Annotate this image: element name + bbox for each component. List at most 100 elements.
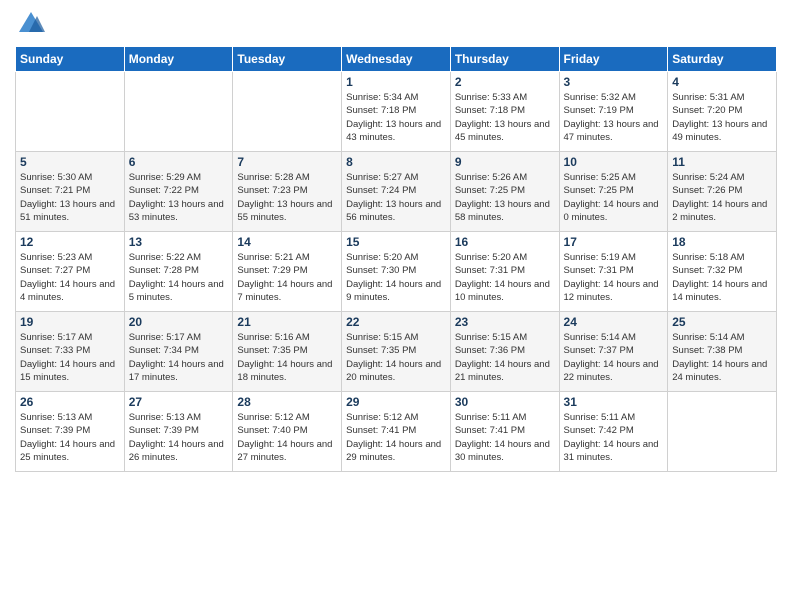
- day-number: 7: [237, 155, 337, 169]
- calendar-cell: 17 Sunrise: 5:19 AMSunset: 7:31 PMDayligh…: [559, 232, 668, 312]
- day-info: Sunrise: 5:19 AMSunset: 7:31 PMDaylight:…: [564, 251, 664, 304]
- calendar-cell: 1Sunrise: 5:34 AMSunset: 7:18 PMDaylight…: [342, 72, 451, 152]
- calendar-table: SundayMondayTuesdayWednesdayThursdayFrid…: [15, 46, 777, 472]
- day-number: 1: [346, 75, 446, 89]
- calendar-cell: 30 Sunrise: 5:11 AMSunset: 7:41 PMDayligh…: [450, 392, 559, 472]
- weekday-header-friday: Friday: [559, 47, 668, 72]
- day-number: 2: [455, 75, 555, 89]
- calendar-cell: 23Sunrise: 5:15 AMSunset: 7:36 PMDayligh…: [450, 312, 559, 392]
- day-info: Sunrise: 5:12 AMSunset: 7:41 PMDaylight:…: [346, 411, 446, 464]
- day-info: Sunrise: 5:15 AMSunset: 7:35 PMDaylight:…: [346, 331, 446, 384]
- day-info: Sunrise: 5:14 AMSunset: 7:38 PMDaylight:…: [672, 331, 772, 384]
- day-info: Sunrise: 5:16 AMSunset: 7:35 PMDaylight:…: [237, 331, 337, 384]
- calendar-cell: 18 Sunrise: 5:18 AMSunset: 7:32 PMDayligh…: [668, 232, 777, 312]
- calendar-cell: 11 Sunrise: 5:24 AMSunset: 7:26 PMDayligh…: [668, 152, 777, 232]
- day-info: Sunrise: 5:30 AMSunset: 7:21 PMDaylight:…: [20, 171, 120, 224]
- calendar-cell: 26 Sunrise: 5:13 AMSunset: 7:39 PMDayligh…: [16, 392, 125, 472]
- calendar-cell: 21Sunrise: 5:16 AMSunset: 7:35 PMDayligh…: [233, 312, 342, 392]
- day-number: 30: [455, 395, 555, 409]
- calendar-week-1: 1Sunrise: 5:34 AMSunset: 7:18 PMDaylight…: [16, 72, 777, 152]
- logo-icon: [17, 10, 45, 38]
- day-info: Sunrise: 5:13 AMSunset: 7:39 PMDaylight:…: [20, 411, 120, 464]
- day-number: 11: [672, 155, 772, 169]
- day-number: 19: [20, 315, 120, 329]
- day-info: Sunrise: 5:18 AMSunset: 7:32 PMDaylight:…: [672, 251, 772, 304]
- day-info: Sunrise: 5:31 AMSunset: 7:20 PMDaylight:…: [672, 91, 772, 144]
- day-info: Sunrise: 5:17 AMSunset: 7:34 PMDaylight:…: [129, 331, 229, 384]
- day-info: Sunrise: 5:14 AMSunset: 7:37 PMDaylight:…: [564, 331, 664, 384]
- day-number: 4: [672, 75, 772, 89]
- day-number: 31: [564, 395, 664, 409]
- calendar-cell: 5 Sunrise: 5:30 AMSunset: 7:21 PMDaylight…: [16, 152, 125, 232]
- day-number: 17: [564, 235, 664, 249]
- calendar-week-3: 12Sunrise: 5:23 AMSunset: 7:27 PMDayligh…: [16, 232, 777, 312]
- day-info: Sunrise: 5:20 AMSunset: 7:31 PMDaylight:…: [455, 251, 555, 304]
- calendar-cell: 12Sunrise: 5:23 AMSunset: 7:27 PMDayligh…: [16, 232, 125, 312]
- calendar-cell: 16 Sunrise: 5:20 AMSunset: 7:31 PMDayligh…: [450, 232, 559, 312]
- calendar-cell: 8 Sunrise: 5:27 AMSunset: 7:24 PMDaylight…: [342, 152, 451, 232]
- calendar-cell: 24 Sunrise: 5:14 AMSunset: 7:37 PMDayligh…: [559, 312, 668, 392]
- day-number: 12: [20, 235, 120, 249]
- calendar-week-4: 19 Sunrise: 5:17 AMSunset: 7:33 PMDayligh…: [16, 312, 777, 392]
- day-info: Sunrise: 5:26 AMSunset: 7:25 PMDaylight:…: [455, 171, 555, 224]
- day-number: 16: [455, 235, 555, 249]
- day-info: Sunrise: 5:11 AMSunset: 7:42 PMDaylight:…: [564, 411, 664, 464]
- day-info: Sunrise: 5:25 AMSunset: 7:25 PMDaylight:…: [564, 171, 664, 224]
- day-number: 6: [129, 155, 229, 169]
- calendar-cell: 10 Sunrise: 5:25 AMSunset: 7:25 PMDayligh…: [559, 152, 668, 232]
- calendar-week-2: 5 Sunrise: 5:30 AMSunset: 7:21 PMDaylight…: [16, 152, 777, 232]
- weekday-header-monday: Monday: [124, 47, 233, 72]
- day-number: 9: [455, 155, 555, 169]
- day-number: 20: [129, 315, 229, 329]
- day-number: 13: [129, 235, 229, 249]
- day-info: Sunrise: 5:27 AMSunset: 7:24 PMDaylight:…: [346, 171, 446, 224]
- day-info: Sunrise: 5:28 AMSunset: 7:23 PMDaylight:…: [237, 171, 337, 224]
- day-number: 15: [346, 235, 446, 249]
- logo-content: [15, 10, 45, 38]
- calendar-cell: 4 Sunrise: 5:31 AMSunset: 7:20 PMDaylight…: [668, 72, 777, 152]
- day-info: Sunrise: 5:24 AMSunset: 7:26 PMDaylight:…: [672, 171, 772, 224]
- calendar-cell: 15 Sunrise: 5:20 AMSunset: 7:30 PMDayligh…: [342, 232, 451, 312]
- logo: [15, 10, 45, 38]
- day-info: Sunrise: 5:20 AMSunset: 7:30 PMDaylight:…: [346, 251, 446, 304]
- calendar-cell: 2Sunrise: 5:33 AMSunset: 7:18 PMDaylight…: [450, 72, 559, 152]
- day-info: Sunrise: 5:32 AMSunset: 7:19 PMDaylight:…: [564, 91, 664, 144]
- day-info: Sunrise: 5:29 AMSunset: 7:22 PMDaylight:…: [129, 171, 229, 224]
- page-header: [15, 10, 777, 38]
- day-info: Sunrise: 5:12 AMSunset: 7:40 PMDaylight:…: [237, 411, 337, 464]
- calendar-cell: 31 Sunrise: 5:11 AMSunset: 7:42 PMDayligh…: [559, 392, 668, 472]
- weekday-header-tuesday: Tuesday: [233, 47, 342, 72]
- weekday-header-row: SundayMondayTuesdayWednesdayThursdayFrid…: [16, 47, 777, 72]
- calendar-cell: 3 Sunrise: 5:32 AMSunset: 7:19 PMDaylight…: [559, 72, 668, 152]
- day-number: 10: [564, 155, 664, 169]
- weekday-header-thursday: Thursday: [450, 47, 559, 72]
- calendar-cell: 19 Sunrise: 5:17 AMSunset: 7:33 PMDayligh…: [16, 312, 125, 392]
- day-number: 3: [564, 75, 664, 89]
- calendar-cell: [233, 72, 342, 152]
- calendar-cell: 6 Sunrise: 5:29 AMSunset: 7:22 PMDaylight…: [124, 152, 233, 232]
- calendar-cell: 14Sunrise: 5:21 AMSunset: 7:29 PMDayligh…: [233, 232, 342, 312]
- day-number: 5: [20, 155, 120, 169]
- day-info: Sunrise: 5:15 AMSunset: 7:36 PMDaylight:…: [455, 331, 555, 384]
- day-number: 8: [346, 155, 446, 169]
- day-number: 24: [564, 315, 664, 329]
- day-number: 27: [129, 395, 229, 409]
- day-info: Sunrise: 5:17 AMSunset: 7:33 PMDaylight:…: [20, 331, 120, 384]
- weekday-header-wednesday: Wednesday: [342, 47, 451, 72]
- calendar-cell: 20 Sunrise: 5:17 AMSunset: 7:34 PMDayligh…: [124, 312, 233, 392]
- calendar-cell: 27 Sunrise: 5:13 AMSunset: 7:39 PMDayligh…: [124, 392, 233, 472]
- calendar-cell: 7 Sunrise: 5:28 AMSunset: 7:23 PMDaylight…: [233, 152, 342, 232]
- day-number: 18: [672, 235, 772, 249]
- calendar-week-5: 26 Sunrise: 5:13 AMSunset: 7:39 PMDayligh…: [16, 392, 777, 472]
- page-container: SundayMondayTuesdayWednesdayThursdayFrid…: [0, 0, 792, 482]
- calendar-cell: [668, 392, 777, 472]
- day-number: 22: [346, 315, 446, 329]
- day-info: Sunrise: 5:13 AMSunset: 7:39 PMDaylight:…: [129, 411, 229, 464]
- day-number: 14: [237, 235, 337, 249]
- day-number: 29: [346, 395, 446, 409]
- calendar-cell: 22 Sunrise: 5:15 AMSunset: 7:35 PMDayligh…: [342, 312, 451, 392]
- calendar-cell: [16, 72, 125, 152]
- day-info: Sunrise: 5:11 AMSunset: 7:41 PMDaylight:…: [455, 411, 555, 464]
- day-info: Sunrise: 5:22 AMSunset: 7:28 PMDaylight:…: [129, 251, 229, 304]
- day-number: 26: [20, 395, 120, 409]
